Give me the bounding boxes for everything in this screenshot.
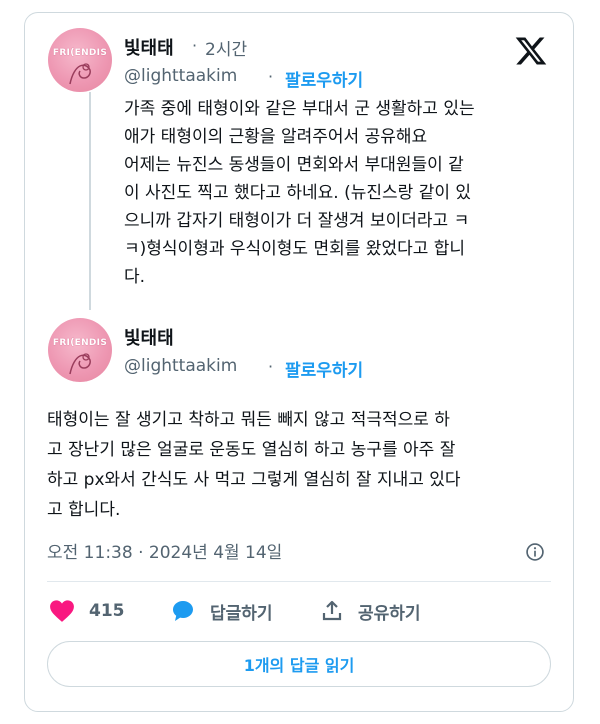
avatar[interactable]: FRI(ENDIS [48, 28, 112, 92]
tweet-line: ㅋ)형식이형과 우식이형도 면회를 왔었다고 합니 [124, 239, 466, 259]
heart-icon [50, 600, 74, 622]
x-logo-icon[interactable] [514, 34, 548, 68]
tweet-line: 가족 중에 태형이와 같은 부대서 군 생활하고 있는 [124, 99, 475, 119]
separator-dot: · [192, 36, 198, 55]
like-button[interactable]: 415 [49, 598, 125, 624]
divider [47, 581, 551, 582]
tweet-line: 어제는 뉴진스 동생들이 면회와서 부대원들이 같 [124, 155, 464, 175]
tweet-text: 태형이는 잘 생기고 착하고 뭐든 빼지 않고 적극적으로 하 고 장난기 많은… [47, 405, 557, 525]
avatar[interactable]: FRI(ENDIS [48, 318, 112, 382]
avatar-figure-icon [69, 63, 91, 85]
author-handle[interactable]: @lighttaakim [124, 356, 237, 376]
separator-dot: · [268, 67, 274, 86]
tweet-line: 애가 태형이의 근황을 알려주어서 공유해요 [124, 127, 428, 147]
author-name[interactable]: 빛태태 [124, 34, 174, 60]
tweet-line: 이 사진도 찍고 했다고 하네요. (뉴진스랑 같이 있 [124, 183, 472, 203]
avatar-figure-icon [69, 353, 91, 375]
tweet-line: 다. [124, 267, 146, 287]
author-name[interactable]: 빛태태 [124, 324, 174, 350]
tweet-line: 으니까 갑자기 태형이가 더 잘생겨 보이더라고 ㅋ [124, 211, 470, 231]
follow-button[interactable]: 팔로우하기 [285, 356, 363, 381]
like-count: 415 [89, 601, 125, 621]
share-button[interactable]: 공유하기 [320, 598, 421, 624]
reply-bubble-icon [173, 601, 193, 621]
tweet-line: 태형이는 잘 생기고 착하고 뭐든 빼지 않고 적극적으로 하 [47, 410, 450, 430]
tweet-time[interactable]: 2시간 [205, 35, 247, 60]
author-handle[interactable]: @lighttaakim [124, 66, 237, 86]
reply-button[interactable]: 답글하기 [170, 598, 273, 624]
follow-button[interactable]: 팔로우하기 [285, 66, 363, 91]
read-replies-button[interactable]: 1개의 답글 읽기 [47, 641, 551, 687]
info-icon[interactable] [525, 542, 545, 562]
tweet-line: 고 장난기 많은 얼굴로 운동도 열심히 하고 농구를 아주 잘 [47, 440, 456, 460]
thread-line [89, 92, 91, 310]
reply-label: 답글하기 [210, 603, 273, 624]
avatar-logo-text: FRI(ENDIS [52, 48, 108, 58]
separator-dot: · [268, 357, 274, 376]
share-label: 공유하기 [358, 603, 421, 624]
share-icon [322, 600, 342, 621]
avatar-logo-text: FRI(ENDIS [52, 338, 108, 348]
tweet-line: 고 합니다. [47, 500, 121, 520]
tweet-text: 가족 중에 태형이와 같은 부대서 군 생활하고 있는 애가 태형이의 근황을 … [124, 95, 554, 291]
tweet-timestamp[interactable]: 오전 11:38 · 2024년 4월 14일 [47, 538, 282, 563]
tweet-line: 하고 px와서 간식도 사 먹고 그렇게 열심히 잘 지내고 있다 [47, 470, 461, 490]
